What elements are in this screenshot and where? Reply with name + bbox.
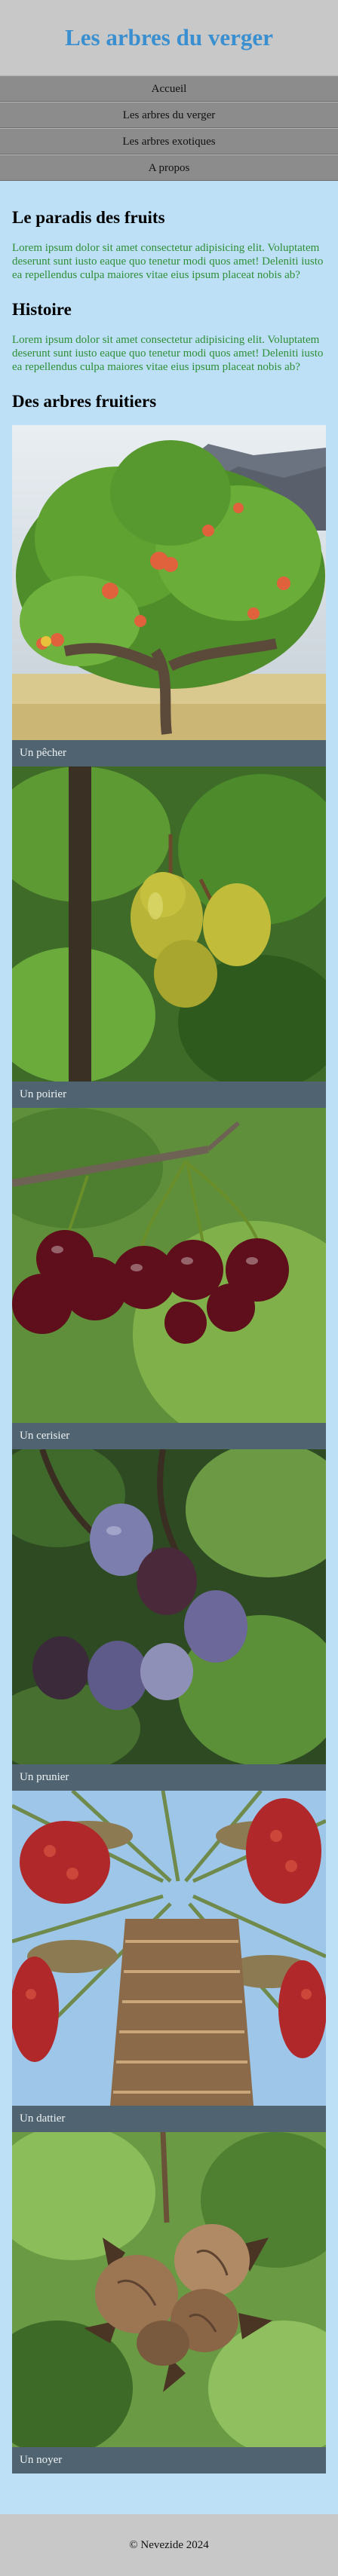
section-text-histoire: Lorem ipsum dolor sit amet consectetur a… xyxy=(12,334,324,373)
section-title-paradis: Le paradis des fruits xyxy=(12,208,165,227)
gallery-card-cerisier: Un cerisier xyxy=(12,1108,326,1449)
caption-noyer: Un noyer xyxy=(12,2447,326,2474)
caption-dattier: Un dattier xyxy=(12,2106,326,2132)
nav-item-arbres-verger[interactable]: Les arbres du verger xyxy=(0,102,338,128)
site-footer: © Nevezide 2024 xyxy=(0,2514,338,2576)
caption-poirier: Un poirier xyxy=(12,1081,326,1108)
plum-tree-image xyxy=(12,1449,326,1764)
main-content: Le paradis des fruits Lorem ipsum dolor … xyxy=(0,181,338,2490)
peach-tree-image xyxy=(12,425,326,740)
cherry-tree-image xyxy=(12,1108,326,1423)
gallery-card-dattier: Un dattier xyxy=(12,1791,326,2132)
caption-cerisier: Un cerisier xyxy=(12,1423,326,1449)
section-paradis: Le paradis des fruits Lorem ipsum dolor … xyxy=(12,208,326,282)
gallery-card-prunier: Un prunier xyxy=(12,1449,326,1791)
date-palm-image xyxy=(12,1791,326,2106)
gallery-title: Des arbres fruitiers xyxy=(12,392,157,411)
gallery: Un pêcher Un poirier Un cerisier Un prun… xyxy=(12,425,326,2474)
section-title-histoire: Histoire xyxy=(12,300,72,319)
nav-item-a-propos[interactable]: A propos xyxy=(0,154,338,181)
site-title: Les arbres du verger xyxy=(65,24,273,50)
pear-tree-image xyxy=(12,766,326,1081)
main-nav: Accueil Les arbres du verger Les arbres … xyxy=(0,75,338,181)
gallery-card-noyer: Un noyer xyxy=(12,2132,326,2474)
section-text-paradis: Lorem ipsum dolor sit amet consectetur a… xyxy=(12,242,324,281)
gallery-card-pecher: Un pêcher xyxy=(12,425,326,766)
caption-pecher: Un pêcher xyxy=(12,740,326,766)
footer-copyright: © Nevezide 2024 xyxy=(129,2538,209,2551)
caption-prunier: Un prunier xyxy=(12,1764,326,1791)
nav-item-arbres-exotiques[interactable]: Les arbres exotiques xyxy=(0,128,338,154)
nav-item-accueil[interactable]: Accueil xyxy=(0,75,338,102)
site-header: Les arbres du verger xyxy=(0,0,338,75)
gallery-card-poirier: Un poirier xyxy=(12,766,326,1108)
walnut-tree-image xyxy=(12,2132,326,2447)
section-histoire: Histoire Lorem ipsum dolor sit amet cons… xyxy=(12,300,326,374)
